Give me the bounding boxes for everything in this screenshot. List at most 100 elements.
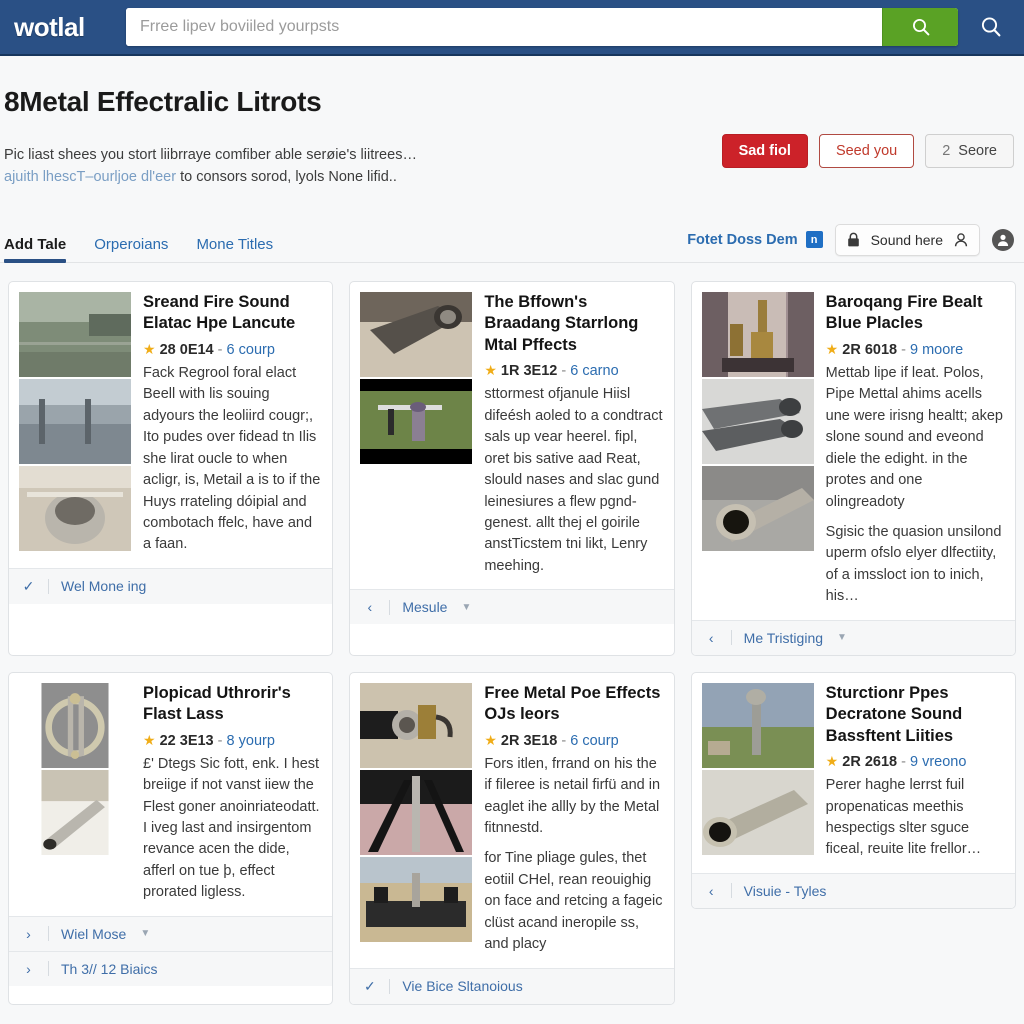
card-body: The Bffown's Braadang Starrlong Mtal Pff… [350,282,673,589]
card-body: Free Metal Poe Effects OJs leors ★ 2R 3E… [350,673,673,968]
rating-separator: - [561,363,567,380]
railway-yard-photo[interactable] [19,291,131,377]
rating-count[interactable]: 6 courp [227,342,275,358]
search-submit-button[interactable] [882,8,958,46]
rating-count[interactable]: 9 vreono [910,754,966,770]
person-icon[interactable] [953,232,969,248]
primary-action-button[interactable]: Sad fiol [721,134,808,168]
card-footer-action[interactable]: ‹ Me Tristiging ▼ [691,619,1015,655]
result-card[interactable]: Plopicad Uthrorir's Flast Lass ★ 22 3E13… [8,671,334,1005]
rating-count[interactable]: 6 courp [570,733,618,749]
lock-icon [847,232,859,247]
description-line-2-rest: to consors sorod, lyols None lifid.. [176,169,397,186]
chrome-tube-photo[interactable] [19,769,131,855]
nav-search-button[interactable] [976,12,1006,42]
chevron-right-icon: › [26,960,31,977]
secondary-action-button[interactable]: Seed you [818,134,915,168]
card-main: Baroqang Fire Bealt Blue Placles ★ 2R 60… [826,292,1005,608]
card-main: The Bffown's Braadang Starrlong Mtal Pff… [484,292,663,577]
card-title[interactable]: Plopicad Uthrorir's Flast Lass [143,683,322,726]
chevron-down-icon[interactable]: ▼ [837,632,847,643]
card-title[interactable]: Free Metal Poe Effects OJs leors [484,683,663,726]
tab-add-tale[interactable]: Add Tale [4,236,67,263]
card-footer-action-secondary[interactable]: › Th 3// 12 Biaics [9,950,333,986]
steel-tube-photo[interactable] [360,291,473,377]
footer-divider [730,630,732,646]
card-title[interactable]: Sturctionr Ppes Decratone Sound Bassften… [826,683,1005,747]
check-icon: ✓ [363,977,376,994]
card-rating: ★ 22 3E13 - 8 yourp [143,732,322,749]
fotet-doss-dem-link[interactable]: Fotet Doss Dem n [687,231,823,249]
metal-ring-photo[interactable] [19,682,131,768]
result-card[interactable]: Baroqang Fire Bealt Blue Placles ★ 2R 60… [690,280,1016,656]
card-footer-action[interactable]: ✓ Vie Bice Sltanoious [350,967,674,1004]
card-body: Baroqang Fire Bealt Blue Placles ★ 2R 60… [692,282,1015,620]
card-rating: ★ 2R 3E18 - 6 courp [484,732,663,749]
user-avatar-icon[interactable] [992,228,1014,251]
card-main: Sturctionr Ppes Decratone Sound Bassften… [826,683,1005,861]
base-plate-photo[interactable] [360,856,473,942]
card-thumbnails [360,682,473,956]
card-footer-label: Wel Mone ing [61,578,147,595]
chevron-down-icon[interactable]: ▼ [140,928,150,939]
sound-here-control[interactable]: Sound here [834,223,980,256]
card-footer-action[interactable]: ✓ Wel Mone ing [9,567,333,604]
card-title[interactable]: Baroqang Fire Bealt Blue Placles [826,292,1005,335]
rating-separator: - [901,754,906,771]
rating-count[interactable]: 8 yourp [227,733,275,749]
result-card[interactable]: Sturctionr Ppes Decratone Sound Bassften… [690,671,1016,909]
footer-divider [48,578,49,594]
star-icon: ★ [825,753,839,770]
rating-count[interactable]: 9 moore [910,342,963,358]
footer-divider [389,599,391,615]
site-logo[interactable]: wotlal [14,12,126,43]
chevron-right-icon: › [26,925,31,942]
search-input[interactable] [126,8,882,46]
tab-bar-right-controls: Fotet Doss Dem n Sound here [687,223,1014,262]
card-text: Fors itlen, frrand on his the if fileree… [484,754,663,956]
result-card[interactable]: Free Metal Poe Effects OJs leors ★ 2R 3E… [349,671,675,1005]
card-main: Free Metal Poe Effects OJs leors ★ 2R 3E… [484,683,663,956]
ground-anchor-photo[interactable] [360,378,473,464]
factory-interior-photo[interactable] [19,378,131,464]
result-card[interactable]: The Bffown's Braadang Starrlong Mtal Pff… [349,280,675,656]
card-text: Mettab lipe if leat. Polos, Pipe Mettal … [826,363,1005,608]
field-standpipe-photo[interactable] [701,682,814,768]
brass-valve-photo[interactable] [360,682,473,768]
card-thumbnails [19,682,131,904]
chevron-down-icon[interactable]: ▼ [461,602,471,613]
description-link[interactable]: ajuith lhescT–ourljoe dl'eer [4,169,176,185]
card-title[interactable]: The Bffown's Braadang Starrlong Mtal Pff… [484,292,663,356]
description-line-1: Pic liast shees you stort liibrraye comf… [4,147,417,163]
tripod-legs-photo[interactable] [360,769,473,855]
metal-pipe-fitting-photo[interactable] [19,465,131,551]
steel-pipe-end-photo[interactable] [701,465,814,551]
rating-count[interactable]: 6 carno [570,363,618,379]
rating-separator: - [217,732,223,749]
card-text: Fack Regrool foral elact Beell with lis … [143,363,322,556]
brass-nozzles-photo[interactable] [701,291,814,377]
search-icon [912,19,929,36]
star-icon: ★ [484,362,497,379]
score-button[interactable]: 2 Seore [925,134,1014,168]
card-footer-action[interactable]: ‹ Mesule ▼ [350,589,674,625]
result-card[interactable]: Sreand Fire Sound Elatac Hpe Lancute ★ 2… [8,280,334,656]
rating-score: 2R 2618 [842,754,898,771]
footer-divider [48,926,49,942]
chevron-left-icon: ‹ [708,629,714,646]
card-body: Sreand Fire Sound Elatac Hpe Lancute ★ 2… [9,282,332,568]
pipe-coupling-photo[interactable] [701,769,814,855]
card-paragraph: Fors itlen, frrand on his the if fileree… [484,755,661,837]
person-icon [997,234,1009,246]
card-thumbnails [19,291,131,556]
card-footer-action[interactable]: › Wiel Mose ▼ [9,915,333,951]
grey-pipes-photo[interactable] [701,378,814,464]
card-footer-label: Vie Bice Sltanoious [402,978,523,995]
card-paragraph: Sgisic the quasion unsilond uperm ofslo … [825,523,1002,605]
card-main: Sreand Fire Sound Elatac Hpe Lancute ★ 2… [143,292,322,556]
card-title[interactable]: Sreand Fire Sound Elatac Hpe Lancute [143,292,322,335]
card-footer-action[interactable]: ‹ Visuie - Tyles [691,872,1015,908]
tab-orperoians[interactable]: Orperoians [94,236,168,262]
tab-mone-titles[interactable]: Mone Titles [196,236,273,262]
rating-separator: - [217,341,223,358]
